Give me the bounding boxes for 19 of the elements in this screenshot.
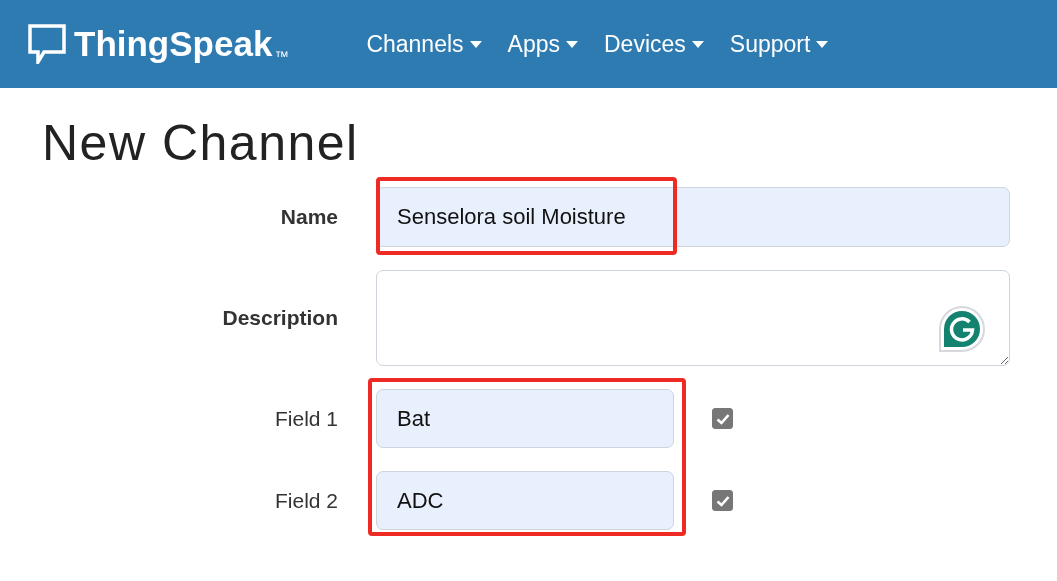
field-label: Name bbox=[279, 205, 338, 229]
nav-menu-link[interactable]: Devices bbox=[604, 30, 704, 58]
logo-text[interactable]: ThingSpeak bbox=[74, 24, 273, 64]
trademark: ™ bbox=[274, 48, 289, 64]
field-label: Field 2 bbox=[273, 488, 338, 513]
nav-menu-link[interactable]: Support bbox=[729, 30, 829, 58]
speech-bubble-icon bbox=[28, 24, 66, 64]
grammar-assistant-icon[interactable] bbox=[938, 305, 986, 353]
checkmark-icon bbox=[715, 494, 730, 507]
field-label: Field 1 bbox=[273, 406, 338, 431]
input-field[interactable]: Bat bbox=[376, 389, 674, 448]
nav-menu-link[interactable]: Apps bbox=[507, 30, 578, 58]
input-field[interactable]: ADC bbox=[376, 471, 674, 530]
field-label: Description bbox=[221, 306, 338, 330]
page-title: New Channel bbox=[41, 114, 360, 173]
checkbox[interactable] bbox=[712, 490, 733, 511]
checkmark-icon bbox=[715, 412, 730, 425]
checkbox[interactable] bbox=[712, 408, 733, 429]
nav-menu-link[interactable]: Channels bbox=[366, 30, 482, 58]
